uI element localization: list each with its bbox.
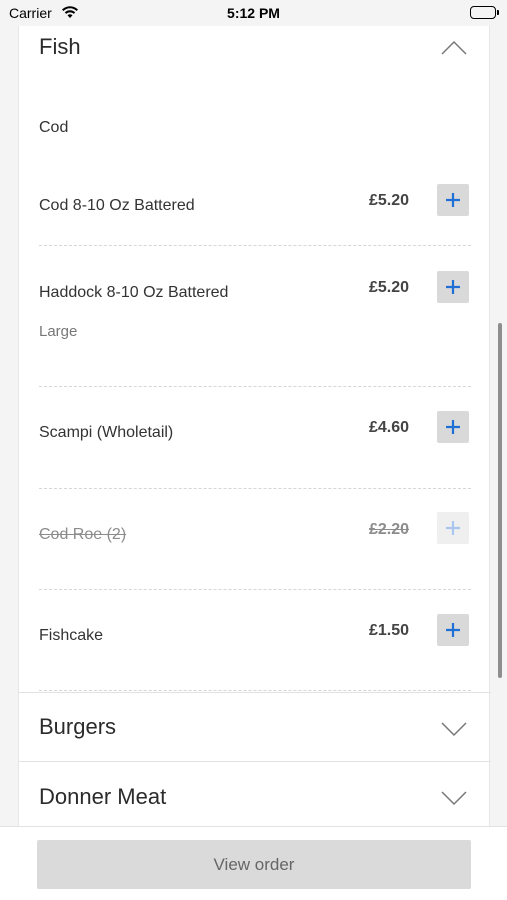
item-description: Large (39, 323, 78, 340)
plus-icon (446, 193, 460, 207)
item-divider (39, 690, 471, 691)
item-name: Cod Roe (2) (39, 526, 127, 543)
item-price: £4.60 (368, 419, 409, 436)
item-name: Fishcake (39, 627, 104, 644)
chevron-down-icon[interactable] (441, 721, 467, 737)
plus-icon (446, 280, 460, 294)
sub-heading-cod: Cod (39, 119, 69, 136)
bottom-bar: View order (0, 826, 507, 900)
plus-icon (446, 521, 460, 535)
add-item-button-disabled (437, 512, 469, 544)
item-divider (39, 386, 471, 387)
section-header-burgers[interactable]: Burgers (19, 693, 491, 763)
plus-icon (446, 623, 460, 637)
clock: 5:12 PM (227, 5, 280, 21)
item-name: Haddock 8-10 Oz Battered (39, 284, 229, 301)
scrollbar[interactable] (498, 323, 502, 678)
add-item-button[interactable] (437, 184, 469, 216)
add-item-button[interactable] (437, 411, 469, 443)
item-name: Cod 8-10 Oz Battered (39, 197, 195, 214)
item-price: £5.20 (368, 192, 409, 209)
view-order-button[interactable]: View order (37, 840, 471, 889)
section-header-fish[interactable]: Fish (19, 16, 491, 86)
item-price: £1.50 (368, 622, 409, 639)
section-title-donner-meat: Donner Meat (39, 784, 167, 809)
add-item-button[interactable] (437, 614, 469, 646)
section-header-donner-meat[interactable]: Donner Meat (19, 762, 491, 832)
chevron-down-icon[interactable] (441, 790, 467, 806)
item-price: £5.20 (368, 279, 409, 296)
item-divider (39, 488, 471, 489)
chevron-up-icon[interactable] (441, 40, 467, 56)
add-item-button[interactable] (437, 271, 469, 303)
battery-icon (470, 6, 499, 19)
item-divider (39, 589, 471, 590)
status-bar: Carrier 5:12 PM (0, 0, 507, 26)
section-title-fish: Fish (39, 34, 81, 59)
menu-card: Fish Cod Cod 8-10 Oz Battered £5.20 Hadd… (18, 0, 491, 826)
plus-icon (446, 420, 460, 434)
item-price: £2.20 (368, 521, 409, 538)
item-divider (39, 245, 471, 246)
section-title-burgers: Burgers (39, 714, 117, 739)
item-name: Scampi (Wholetail) (39, 424, 174, 441)
